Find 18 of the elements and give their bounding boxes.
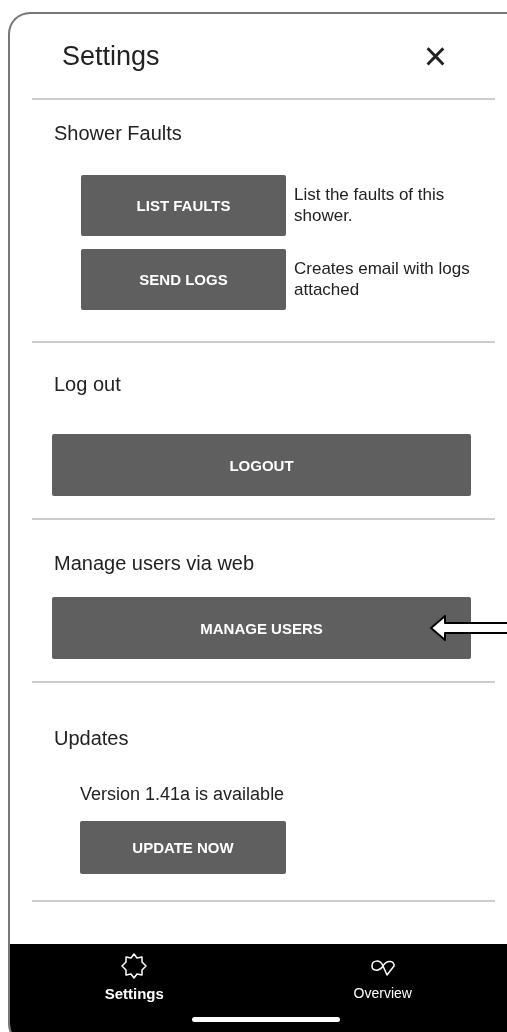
nav-tab[interactable]: Overview bbox=[258, 950, 507, 1003]
section-heading: Manage users via web bbox=[53, 552, 256, 575]
action-button[interactable]: LOGOUT bbox=[52, 434, 471, 496]
window-title: Settings bbox=[61, 40, 160, 72]
action-button[interactable]: LIST FAULTS bbox=[81, 175, 286, 236]
action-button[interactable]: MANAGE USERS bbox=[52, 597, 471, 659]
gear-icon bbox=[119, 951, 150, 981]
nav-tab[interactable]: Settings bbox=[10, 950, 259, 1003]
home-indicator[interactable] bbox=[192, 1017, 340, 1022]
action-description: Creates email with logs attached bbox=[294, 259, 471, 300]
version-note: Version 1.41a is available bbox=[80, 784, 286, 805]
action-button[interactable]: UPDATE NOW bbox=[80, 821, 286, 874]
section-heading: Log out bbox=[53, 373, 122, 396]
action-description: List the faults of this shower. bbox=[294, 185, 446, 226]
close-button[interactable]: × bbox=[423, 36, 447, 76]
section-heading: Shower Faults bbox=[53, 122, 183, 145]
action-button[interactable]: SEND LOGS bbox=[81, 249, 286, 310]
section-heading: Updates bbox=[53, 727, 130, 750]
